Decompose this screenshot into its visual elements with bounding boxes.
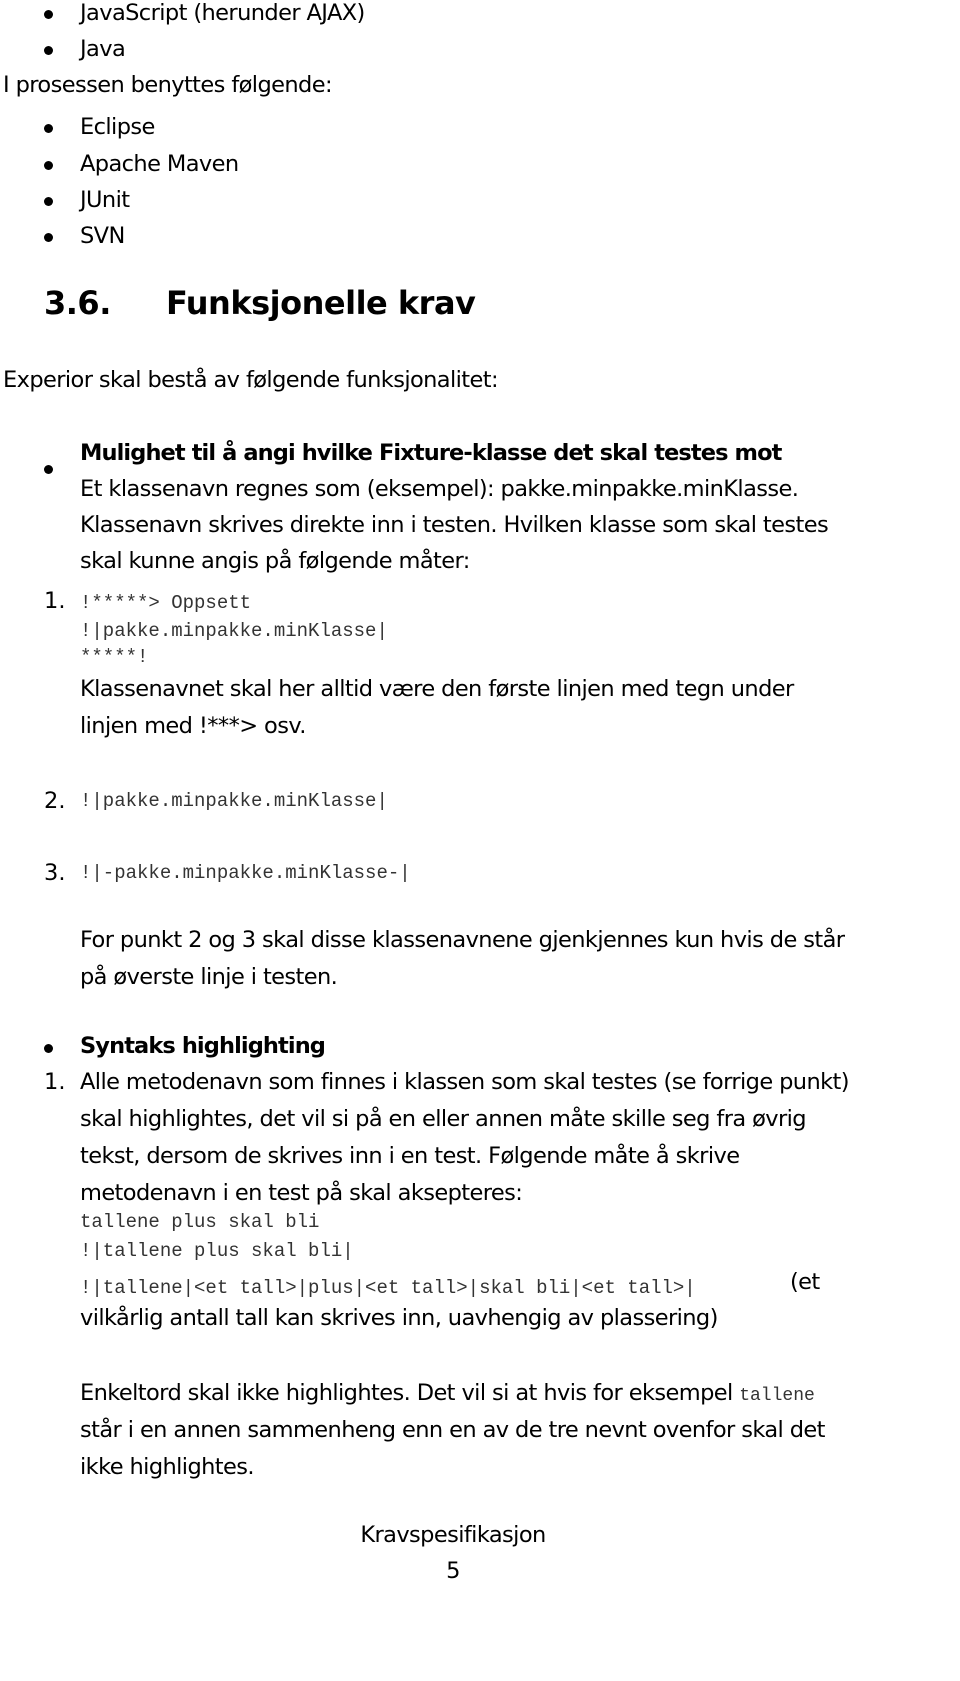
list-item: Apache Maven [80,151,239,177]
bullet-icon [44,465,53,474]
bullet-icon [44,10,53,19]
code-line: *****! [80,646,149,668]
paragraph-line: står i en annen sammenheng enn en av de … [80,1417,826,1443]
list-item: JavaScript (herunder AJAX) [80,0,365,26]
paragraph-line: metodenavn i en test på skal aksepteres: [80,1180,523,1206]
feature-title: Syntaks highlighting [80,1033,326,1059]
intro-text: Experior skal bestå av følgende funksjon… [3,367,499,393]
bullet-icon [44,1044,53,1053]
paragraph-line: Alle metodenavn som finnes i klassen som… [80,1069,850,1095]
bullet-icon [44,124,53,133]
code-line: !|-pakke.minpakke.minKlasse-| [80,862,411,884]
bullet-icon [44,161,53,170]
paragraph-line: (et [790,1269,820,1295]
section-number: 3.6. [44,284,111,322]
bullet-icon [44,197,53,206]
paragraph-line: vilkårlig antall tall kan skrives inn, u… [80,1305,718,1331]
paragraph-line: Klassenavnet skal her alltid være den fø… [80,676,794,702]
item-number: 3. [44,860,66,886]
code-line: !|pakke.minpakke.minKlasse| [80,790,388,812]
code-line: tallene plus skal bli [80,1211,320,1233]
inline-code: tallene [739,1386,815,1406]
paragraph-line: skal highlightes, det vil si på en eller… [80,1106,807,1132]
paragraph-line: Et klassenavn regnes som (eksempel): pak… [80,476,799,502]
paragraph-line: ikke highlightes. [80,1454,255,1480]
paragraph-text: Enkeltord skal ikke highlightes. Det vil… [80,1380,733,1406]
process-intro: I prosessen benyttes følgende: [3,72,333,98]
feature-title: Mulighet til å angi hvilke Fixture-klass… [80,440,782,466]
paragraph-line: skal kunne angis på følgende måter: [80,548,470,574]
bullet-icon [44,46,53,55]
list-item: SVN [80,223,125,249]
item-number: 1. [44,588,66,614]
paragraph-line: på øverste linje i testen. [80,964,338,990]
list-item: Java [80,36,126,62]
paragraph-line: linjen med !***> osv. [80,713,306,739]
code-line: !|tallene plus skal bli| [80,1240,354,1262]
code-line: !|pakke.minpakke.minKlasse| [80,620,388,642]
code-line: !|tallene|<et tall>|plus|<et tall>|skal … [80,1277,696,1299]
list-item: JUnit [80,187,130,213]
paragraph-line: Klassenavn skrives direkte inn i testen.… [80,512,829,538]
paragraph-line: tekst, dersom de skrives inn i en test. … [80,1143,740,1169]
bullet-icon [44,233,53,242]
section-title: Funksjonelle krav [166,284,476,322]
list-item: Eclipse [80,114,155,140]
item-number: 1. [44,1069,66,1095]
footer-label: Kravspesifikasjon [360,1522,546,1548]
code-line: !*****> Oppsett [80,592,252,614]
item-number: 2. [44,788,66,814]
page-number: 5 [446,1558,460,1584]
paragraph-line: For punkt 2 og 3 skal disse klassenavnen… [80,927,845,953]
paragraph-line: Enkeltord skal ikke highlightes. Det vil… [80,1380,815,1406]
